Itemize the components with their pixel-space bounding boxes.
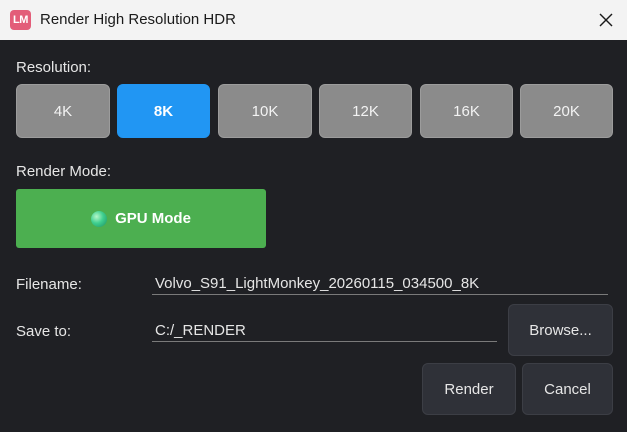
render-mode-label: Render Mode: xyxy=(16,163,112,180)
resolution-label: Resolution: xyxy=(16,59,92,76)
resolution-option-4k[interactable]: 4K xyxy=(16,84,110,138)
resolution-option-8k[interactable]: 8K xyxy=(117,84,210,138)
render-dialog: LM Render High Resolution HDR Resolution… xyxy=(0,0,627,432)
save-to-label: Save to: xyxy=(16,323,72,340)
window-title: Render High Resolution HDR xyxy=(40,11,236,28)
resolution-option-12k[interactable]: 12K xyxy=(319,84,412,138)
resolution-option-20k[interactable]: 20K xyxy=(520,84,613,138)
filename-input[interactable]: Volvo_S91_LightMonkey_20260115_034500_8K xyxy=(152,273,608,295)
filename-label: Filename: xyxy=(16,276,82,293)
gpu-status-icon xyxy=(91,210,108,227)
resolution-option-10k[interactable]: 10K xyxy=(218,84,312,138)
browse-button[interactable]: Browse... xyxy=(508,304,613,356)
gpu-mode-button[interactable]: GPU Mode xyxy=(16,189,266,248)
render-button[interactable]: Render xyxy=(422,363,516,415)
cancel-button[interactable]: Cancel xyxy=(522,363,613,415)
gpu-mode-label: GPU Mode xyxy=(115,210,191,227)
close-button[interactable] xyxy=(591,4,621,36)
app-logo-icon: LM xyxy=(10,10,31,30)
close-icon xyxy=(599,13,613,27)
title-bar: LM Render High Resolution HDR xyxy=(0,0,627,40)
save-path-input[interactable]: C:/_RENDER xyxy=(152,320,497,342)
resolution-option-16k[interactable]: 16K xyxy=(420,84,513,138)
